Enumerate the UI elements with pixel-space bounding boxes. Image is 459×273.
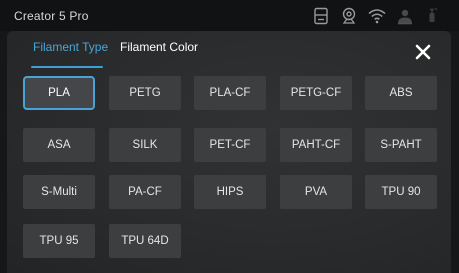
filament-option-s-paht[interactable]: S-PAHT [365, 128, 437, 162]
user-icon [395, 6, 415, 26]
active-tab-indicator [31, 66, 103, 68]
status-bar: Creator 5 Pro [0, 0, 459, 31]
filament-option-paht-cf[interactable]: PAHT-CF [280, 128, 352, 162]
printer-icon [311, 6, 331, 26]
filament-option-pla[interactable]: PLA [23, 76, 95, 110]
filament-option-tpu-95[interactable]: TPU 95 [23, 224, 95, 258]
filament-option-hips[interactable]: HIPS [194, 175, 266, 209]
filament-option-asa[interactable]: ASA [23, 128, 95, 162]
filament-option-petg[interactable]: PETG [109, 76, 181, 110]
filament-selection-panel: Filament Type Filament Color PLA PETG PL… [7, 31, 451, 273]
filament-option-pva[interactable]: PVA [280, 175, 352, 209]
filament-option-petg-cf[interactable]: PETG-CF [280, 76, 352, 110]
app-title: Creator 5 Pro [14, 9, 89, 23]
filament-option-tpu-90[interactable]: TPU 90 [365, 175, 437, 209]
tab-filament-color[interactable]: Filament Color [120, 40, 198, 54]
filament-option-s-multi[interactable]: S-Multi [23, 175, 95, 209]
filament-option-abs[interactable]: ABS [365, 76, 437, 110]
filament-option-silk[interactable]: SILK [109, 128, 181, 162]
filament-spool-icon [422, 6, 442, 26]
filament-option-tpu-64d[interactable]: TPU 64D [109, 224, 181, 258]
filament-option-pla-cf[interactable]: PLA-CF [194, 76, 266, 110]
filament-option-pet-cf[interactable]: PET-CF [194, 128, 266, 162]
filament-option-pa-cf[interactable]: PA-CF [109, 175, 181, 209]
close-icon[interactable] [411, 40, 435, 64]
wifi-icon [367, 6, 387, 26]
tab-filament-type[interactable]: Filament Type [33, 40, 108, 54]
camera-icon [339, 6, 359, 26]
